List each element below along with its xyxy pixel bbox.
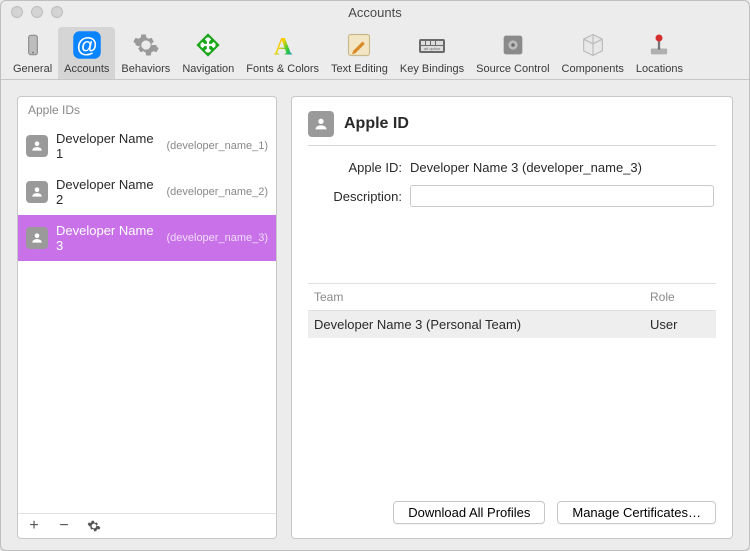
apple-id-label: Apple ID: [310,160,410,175]
content-area: Apple IDs Developer Name 1 (developer_na… [1,80,749,551]
toolbar-tab-keybindings[interactable]: alt option Key Bindings [394,27,470,79]
svg-text:A: A [273,31,292,59]
toolbar-tab-label: Accounts [64,61,109,75]
toolbar-tab-label: Locations [636,61,683,75]
toolbar-tab-label: Key Bindings [400,61,464,75]
toolbar-tab-label: Fonts & Colors [246,61,319,75]
team-role-cell: User [650,317,710,332]
sidebar-header: Apple IDs [18,97,276,123]
keyboard-icon: alt option [416,29,448,61]
toolbar-tab-fonts[interactable]: A Fonts & Colors [240,27,325,79]
toolbar-tab-general[interactable]: General [7,27,58,79]
detail-footer: Download All Profiles Manage Certificate… [308,491,716,524]
teams-header-row: Team Role [308,284,716,311]
table-row[interactable]: Developer Name 3 (Personal Team)User [308,311,716,338]
sidebar-item-name: Developer Name 3 [56,223,158,253]
sidebar-item-account-3[interactable]: Developer Name 3 (developer_name_3) [18,215,276,261]
sidebar-item-slug: (developer_name_1) [166,140,268,152]
font-icon: A [267,29,299,61]
detail-heading: Apple ID [344,115,409,133]
account-detail-panel: Apple ID Apple ID: Developer Name 3 (dev… [291,96,733,539]
account-form: Apple ID: Developer Name 3 (developer_na… [308,146,716,223]
description-label: Description: [310,189,410,204]
sidebar-item-name: Developer Name 1 [56,131,158,161]
gear-icon [130,29,162,61]
toolbar-tab-label: Text Editing [331,61,388,75]
toolbar-tab-navigation[interactable]: Navigation [176,27,240,79]
titlebar: Accounts [1,1,749,23]
window-title: Accounts [1,5,749,20]
teams-table: Team Role Developer Name 3 (Personal Tea… [308,283,716,338]
toolbar: General @ Accounts Behaviors Navigation A Font… [1,23,749,80]
teams-header-team: Team [314,290,650,304]
person-icon [26,135,48,157]
sidebar-footer: + − [18,513,276,538]
teams-body: Developer Name 3 (Personal Team)User [308,311,716,338]
toolbar-tab-behaviors[interactable]: Behaviors [115,27,176,79]
close-window-button[interactable] [11,6,23,18]
preferences-window: Accounts General @ Accounts Behaviors Naviga… [0,0,750,551]
toolbar-tab-label: Components [562,61,624,75]
toolbar-tab-label: Source Control [476,61,549,75]
manage-certificates-button[interactable]: Manage Certificates… [557,501,716,524]
device-icon [17,29,49,61]
toolbar-tab-components[interactable]: Components [556,27,630,79]
at-icon: @ [71,29,103,61]
minimize-window-button[interactable] [31,6,43,18]
toolbar-tab-accounts[interactable]: @ Accounts [58,27,115,79]
joystick-icon [643,29,675,61]
toolbar-tab-sourcecontrol[interactable]: Source Control [470,27,555,79]
sidebar-list: Developer Name 1 (developer_name_1)Devel… [18,123,276,513]
team-name-cell: Developer Name 3 (Personal Team) [314,317,650,332]
toolbar-tab-textedit[interactable]: Text Editing [325,27,394,79]
person-icon [26,227,48,249]
pencil-icon [343,29,375,61]
detail-header: Apple ID [308,111,716,146]
traffic-lights [1,6,63,18]
person-icon [26,181,48,203]
svg-text:@: @ [76,34,97,58]
apple-ids-sidebar: Apple IDs Developer Name 1 (developer_na… [17,96,277,539]
apple-id-value: Developer Name 3 (developer_name_3) [410,160,714,175]
add-account-button[interactable]: + [26,518,42,534]
vault-icon [497,29,529,61]
toolbar-tab-label: Behaviors [121,61,170,75]
description-input[interactable] [410,185,714,207]
apple-id-row: Apple ID: Developer Name 3 (developer_na… [310,160,714,175]
toolbar-tab-label: General [13,61,52,75]
svg-text:alt option: alt option [424,46,440,51]
package-icon [577,29,609,61]
sidebar-item-account-2[interactable]: Developer Name 2 (developer_name_2) [18,169,276,215]
toolbar-tab-locations[interactable]: Locations [630,27,689,79]
arrows-icon [192,29,224,61]
sidebar-item-slug: (developer_name_3) [166,232,268,244]
gear-icon [87,519,101,533]
remove-account-button[interactable]: − [56,518,72,534]
download-profiles-button[interactable]: Download All Profiles [393,501,545,524]
zoom-window-button[interactable] [51,6,63,18]
sidebar-item-account-1[interactable]: Developer Name 1 (developer_name_1) [18,123,276,169]
sidebar-item-slug: (developer_name_2) [166,186,268,198]
account-actions-button[interactable] [86,518,102,534]
account-avatar-icon [308,111,334,137]
description-row: Description: [310,185,714,207]
toolbar-tab-label: Navigation [182,61,234,75]
teams-header-role: Role [650,290,710,304]
sidebar-item-name: Developer Name 2 [56,177,158,207]
